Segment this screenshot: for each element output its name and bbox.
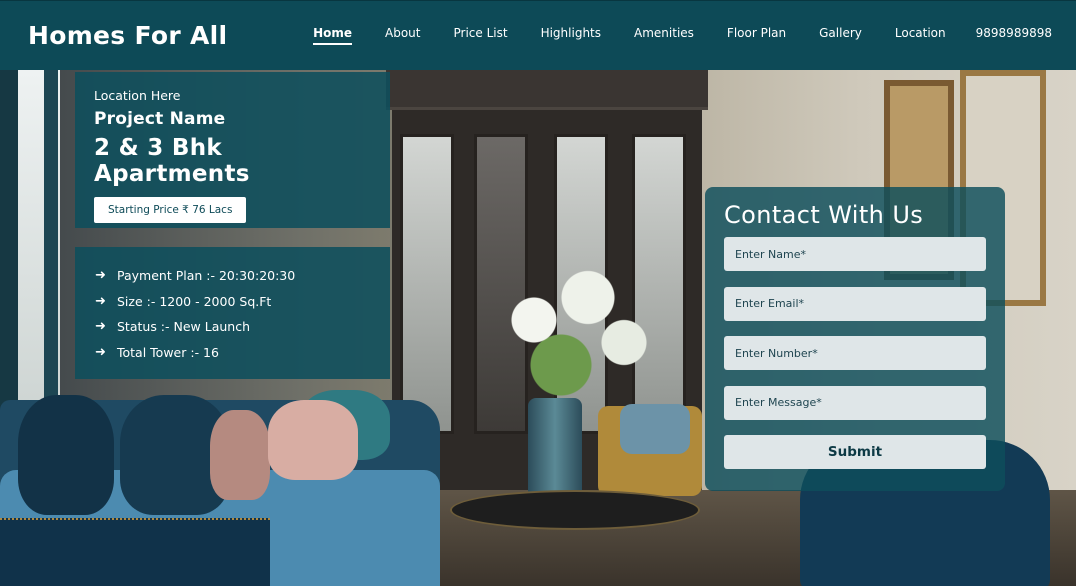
flowers-decor: [480, 260, 660, 410]
arrow-right-icon: ➜: [95, 319, 106, 335]
project-features-panel: ➜ Payment Plan :- 20:30:20:30 ➜ Size :- …: [75, 247, 390, 379]
cabinet-cornice-decor: [386, 70, 708, 110]
contact-form: Contact With Us Submit: [705, 187, 1005, 491]
curtain-decor: [44, 70, 58, 450]
arrow-right-icon: ➜: [95, 293, 106, 309]
feature-text: Payment Plan :- 20:30:20:30: [117, 268, 296, 284]
feature-item: ➜ Size :- 1200 - 2000 Sq.Ft: [95, 289, 370, 315]
message-field[interactable]: [724, 385, 986, 420]
nav-home[interactable]: Home: [313, 26, 353, 45]
nav-highlights[interactable]: Highlights: [541, 26, 601, 45]
submit-button[interactable]: Submit: [724, 435, 986, 469]
pillow-decor: [210, 410, 270, 500]
nav-phone-number[interactable]: 9898989898: [976, 26, 1052, 45]
nav-amenities[interactable]: Amenities: [634, 26, 694, 45]
cabinet-pane-decor: [400, 134, 454, 434]
name-field[interactable]: [724, 237, 986, 271]
feature-text: Size :- 1200 - 2000 Sq.Ft: [117, 293, 272, 309]
feature-item: ➜ Total Tower :- 16: [95, 340, 370, 366]
curtain-decor: [0, 70, 18, 450]
arrow-right-icon: ➜: [95, 344, 106, 360]
site-header: Homes For All Home About Price List High…: [0, 0, 1076, 70]
nav-gallery[interactable]: Gallery: [819, 26, 862, 45]
contact-form-title: Contact With Us: [724, 201, 924, 229]
nav-price-list[interactable]: Price List: [454, 26, 508, 45]
project-name: Project Name: [94, 109, 226, 129]
main-nav: Home About Price List Highlights Ameniti…: [280, 26, 1052, 45]
nav-floor-plan[interactable]: Floor Plan: [727, 26, 786, 45]
project-info-panel: Location Here Project Name 2 & 3 Bhk Apa…: [75, 72, 390, 228]
vase-decor: [528, 398, 582, 502]
feature-text: Status :- New Launch: [117, 319, 251, 335]
project-location: Location Here: [94, 88, 181, 103]
apartment-type-heading: 2 & 3 Bhk Apartments: [94, 135, 250, 187]
feature-item: ➜ Status :- New Launch: [95, 314, 370, 340]
starting-price-button[interactable]: Starting Price ₹ 76 Lacs: [94, 197, 247, 223]
coffee-table-decor: [450, 490, 700, 530]
brand-logo[interactable]: Homes For All: [28, 21, 227, 50]
cushion-decor: [620, 404, 690, 454]
number-field[interactable]: [724, 336, 986, 370]
pillow-decor: [268, 400, 358, 480]
nav-location[interactable]: Location: [895, 26, 946, 45]
nav-about[interactable]: About: [385, 26, 420, 45]
pillow-decor: [18, 395, 114, 515]
feature-text: Total Tower :- 16: [117, 344, 219, 360]
arrow-right-icon: ➜: [95, 268, 106, 284]
email-field[interactable]: [724, 286, 986, 321]
feature-item: ➜ Payment Plan :- 20:30:20:30: [95, 263, 370, 289]
sofa-front-decor: [0, 518, 270, 586]
